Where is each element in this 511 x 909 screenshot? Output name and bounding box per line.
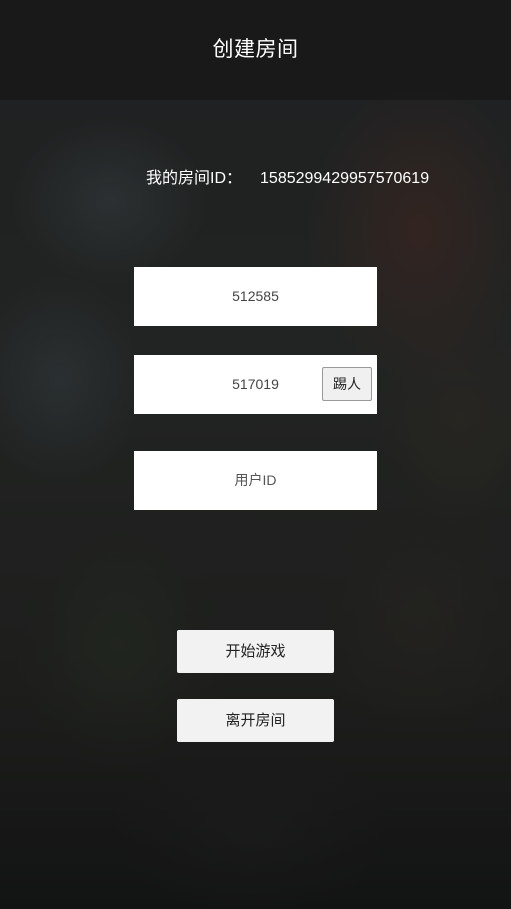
room-id-row: 我的房间ID： 1585299429957570619 — [146, 164, 429, 188]
player-slot-1-id: 512585 — [232, 288, 279, 304]
start-game-button[interactable]: 开始游戏 — [177, 630, 334, 673]
leave-room-button[interactable]: 离开房间 — [177, 699, 334, 742]
room-id-value: 1585299429957570619 — [260, 170, 430, 187]
player-slot-2: 517019 踢人 — [134, 355, 377, 414]
page-title: 创建房间 — [212, 38, 299, 61]
user-id-field[interactable]: 用户ID — [134, 451, 377, 510]
header-bar: 创建房间 — [0, 0, 511, 100]
room-id-label: 我的房间ID： — [146, 170, 243, 187]
player-slot-1: 512585 — [134, 267, 377, 326]
user-id-placeholder: 用户ID — [234, 472, 277, 488]
kick-button[interactable]: 踢人 — [322, 367, 372, 401]
